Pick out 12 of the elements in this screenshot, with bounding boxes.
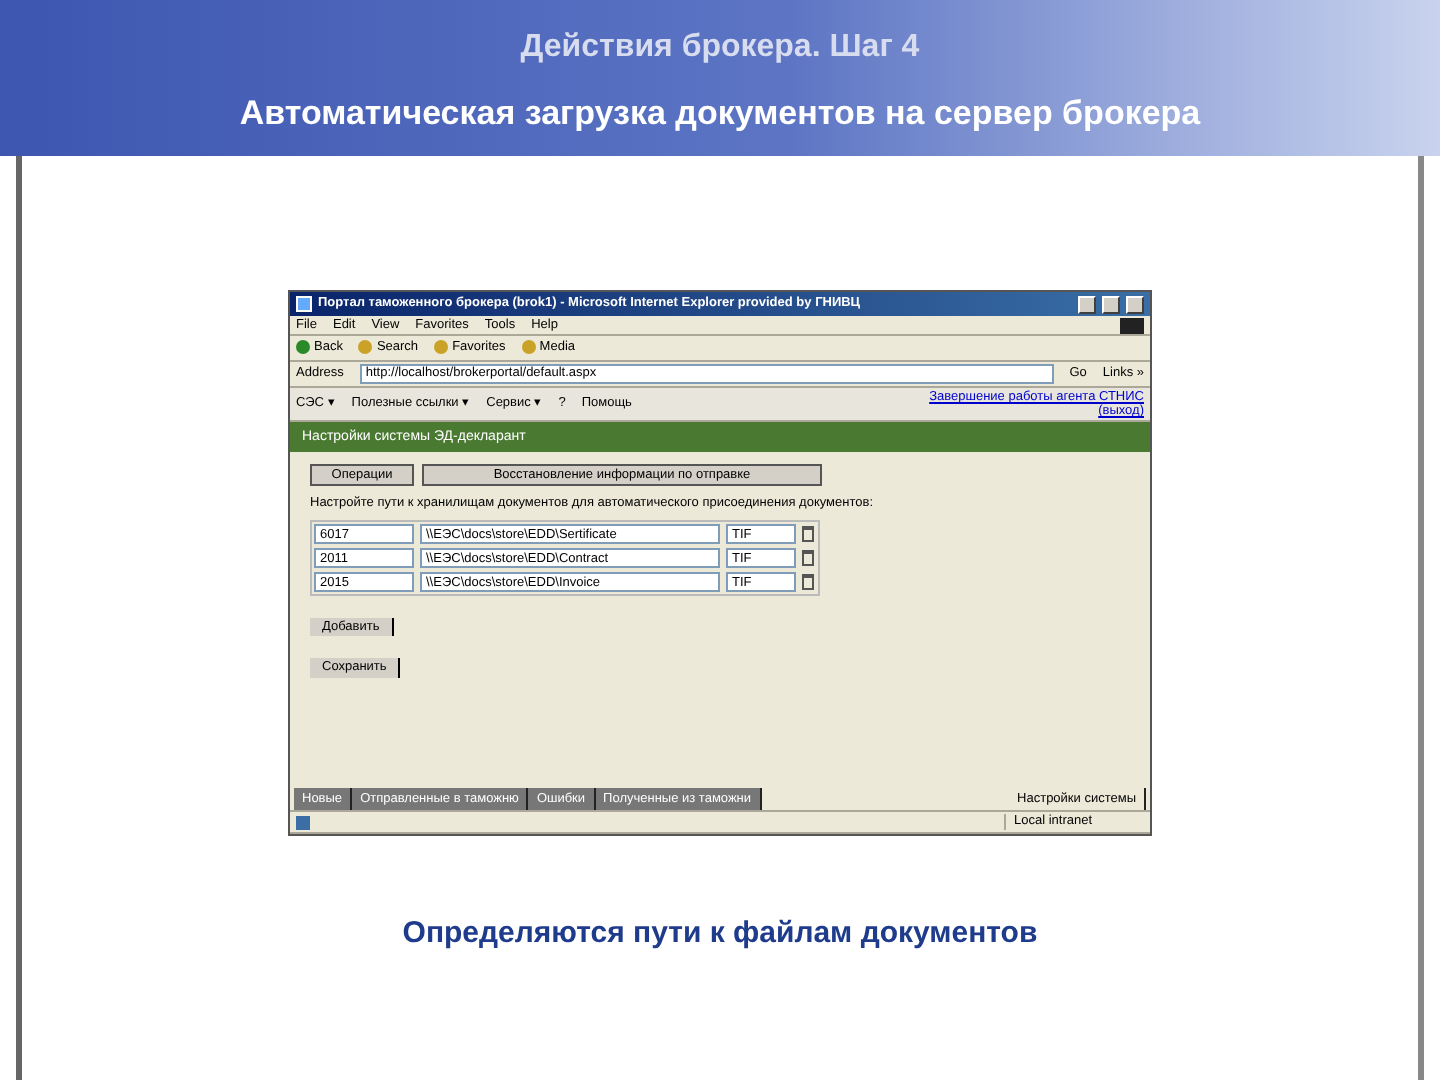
browser-icon xyxy=(296,296,312,312)
toolbar-icon xyxy=(521,340,536,355)
slide-title: Действия брокера. Шаг 4 xyxy=(520,28,920,68)
slide-caption: Определяются пути к файлам документов xyxy=(402,914,1038,954)
toolbar-icon xyxy=(434,340,449,355)
close-button[interactable] xyxy=(1126,295,1144,313)
page-icon xyxy=(296,815,310,829)
toolbar-icon xyxy=(358,340,373,355)
slide-subtitle: Автоматическая загрузка документов на сервер брокера xyxy=(239,92,1201,136)
minimize-button[interactable] xyxy=(1078,295,1096,313)
maximize-button[interactable] xyxy=(1102,295,1120,313)
toolbar-icon xyxy=(296,340,310,355)
